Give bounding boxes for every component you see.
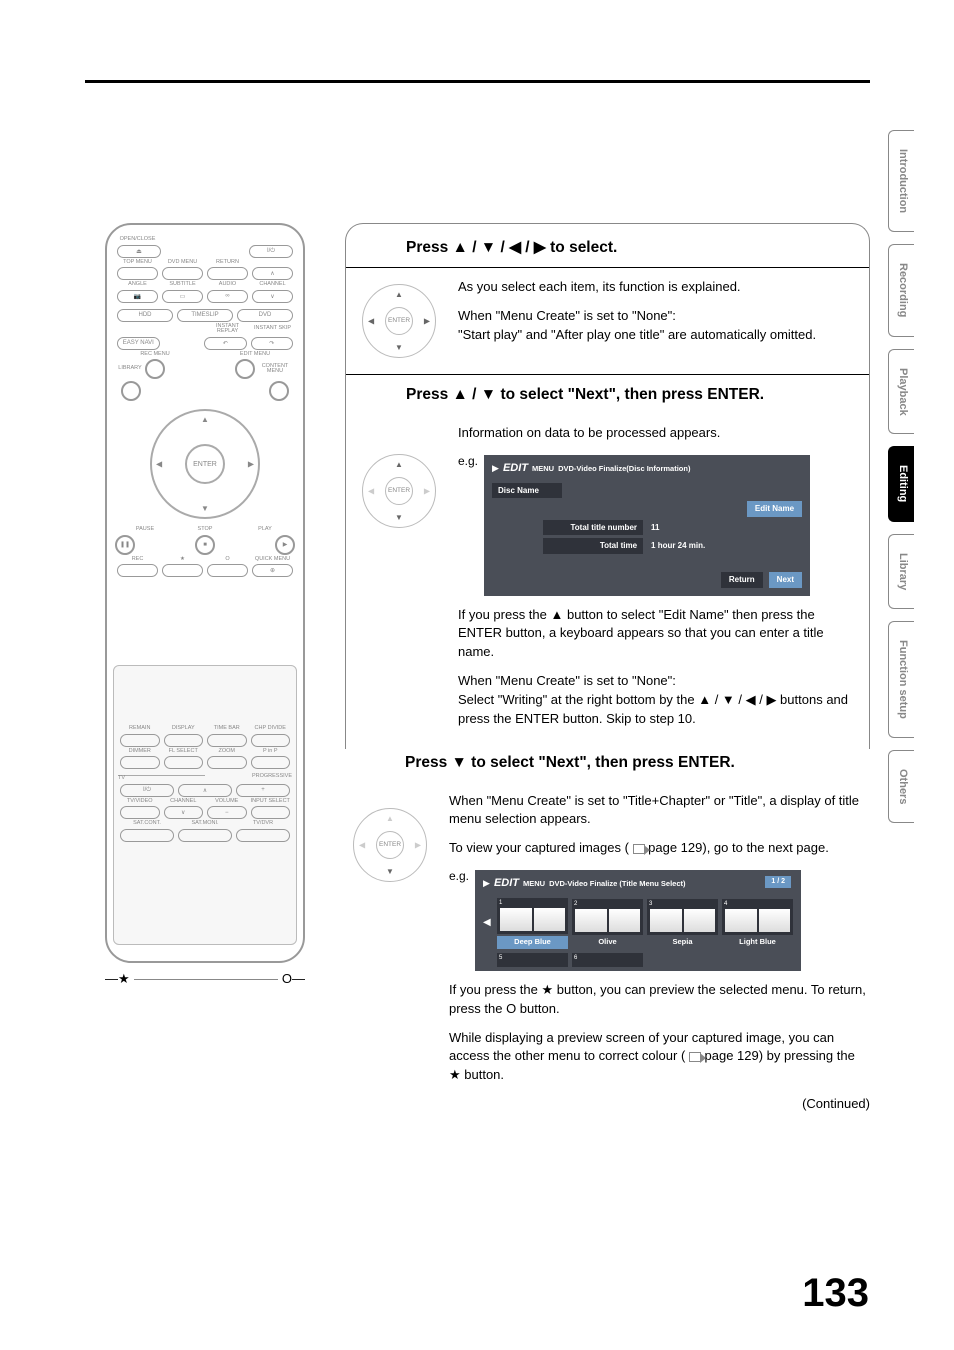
circle-icon: O (282, 971, 292, 987)
remote-lead-lines: —★ O— (105, 971, 305, 987)
body-text: As you select each item, its function is… (458, 278, 853, 297)
step-heading: Press ▲ / ▼ / ◀ / ▶ to select. (346, 234, 869, 268)
power-button: I/⏻ (249, 245, 293, 258)
osd-disc-info: ▶ EDIT MENU DVD-Video Finalize(Disc Info… (484, 455, 810, 596)
tab-recording[interactable]: Recording (888, 244, 914, 336)
instruction-column: Press ▲ / ▼ / ◀ / ▶ to select. ENTER ▲▼▶… (335, 223, 870, 1142)
tab-function-setup[interactable]: Function setup (888, 621, 914, 738)
example-label: e.g. (449, 868, 469, 885)
play-icon: ▶ (492, 462, 499, 475)
menu-thumb: 2 (572, 899, 643, 935)
step-heading: Press ▲ / ▼ to select "Next", then press… (346, 375, 869, 414)
osd-title-menu-select: ▶ EDIT MENU DVD-Video Finalize (Title Me… (475, 870, 801, 971)
menu-thumb: 4 (722, 899, 793, 935)
body-text: To view your captured images ( page 129)… (449, 839, 870, 858)
return-button: Return (721, 572, 763, 588)
down-arrow-button: ∨ (252, 290, 293, 303)
content-columns: OPEN/CLOSE ⏏I/⏻ TOP MENUDVD MENURETURN ∧… (85, 223, 870, 1142)
dpad-icon: ENTER ▲▼▶◀ (362, 454, 436, 528)
label: OPEN/CLOSE (115, 237, 160, 243)
eject-button: ⏏ (117, 245, 161, 258)
next-button: Next (769, 572, 802, 588)
dpad-icon: ENTER ▲▼▶◀ (362, 284, 436, 358)
page-number: 133 (802, 1271, 869, 1316)
tab-editing[interactable]: Editing (888, 446, 914, 521)
menu-thumb: 1 (497, 898, 568, 934)
play-button: ▶ (275, 535, 295, 555)
remote-column: OPEN/CLOSE ⏏I/⏻ TOP MENUDVD MENURETURN ∧… (85, 223, 335, 1142)
example-label: e.g. (458, 453, 478, 470)
play-icon: ▶ (483, 877, 490, 890)
body-text: While displaying a preview screen of you… (449, 1029, 870, 1086)
pause-button: ❚❚ (115, 535, 135, 555)
body-text: If you press the ▲ button to select "Edi… (458, 606, 853, 663)
left-arrow-icon: ◀ (483, 916, 493, 931)
navigation-ring: ENTER ▲ ▼ ◀ ▶ (150, 409, 260, 519)
menu-thumb: 6 (572, 953, 643, 967)
step-heading: Press ▼ to select "Next", then press ENT… (345, 749, 870, 782)
tab-introduction[interactable]: Introduction (888, 130, 914, 232)
page-frame: OPEN/CLOSE ⏏I/⏻ TOP MENUDVD MENURETURN ∧… (85, 80, 870, 1142)
body-text: Information on data to be processed appe… (458, 424, 853, 443)
tab-playback[interactable]: Playback (888, 349, 914, 435)
tab-others[interactable]: Others (888, 750, 914, 823)
star-icon: ★ (118, 971, 130, 987)
step-1: Press ▲ / ▼ / ◀ / ▶ to select. ENTER ▲▼▶… (345, 223, 870, 749)
remote-control-illustration: OPEN/CLOSE ⏏I/⏻ TOP MENUDVD MENURETURN ∧… (105, 223, 305, 963)
step-3: Press ▼ to select "Next", then press ENT… (345, 749, 870, 1114)
body-text: When "Menu Create" is set to "Title+Chap… (449, 792, 870, 830)
body-text: When "Menu Create" is set to "None":Sele… (458, 672, 853, 729)
dpad-icon: ENTER ▲▼▶◀ (353, 808, 427, 882)
pager: 1 / 2 (765, 876, 791, 888)
page-ref-icon (633, 844, 645, 854)
page-ref-icon (689, 1052, 701, 1062)
body-text: When "Menu Create" is set to "None":"Sta… (458, 307, 853, 345)
up-arrow-button: ∧ (252, 267, 293, 280)
continued-label: (Continued) (449, 1095, 870, 1114)
edit-name-button: Edit Name (747, 501, 802, 517)
menu-thumb: 3 (647, 899, 718, 935)
tab-library[interactable]: Library (888, 534, 914, 609)
enter-button: ENTER (185, 444, 225, 484)
side-tabs: Introduction Recording Playback Editing … (888, 130, 914, 835)
body-text: If you press the ★ button, you can previ… (449, 981, 870, 1019)
remote-shaded-area: REMAINDISPLAYTIME BARCHP DIVIDE DIMMERFL… (113, 665, 297, 945)
menu-thumb: 5 (497, 953, 568, 967)
stop-button: ■ (195, 535, 215, 555)
